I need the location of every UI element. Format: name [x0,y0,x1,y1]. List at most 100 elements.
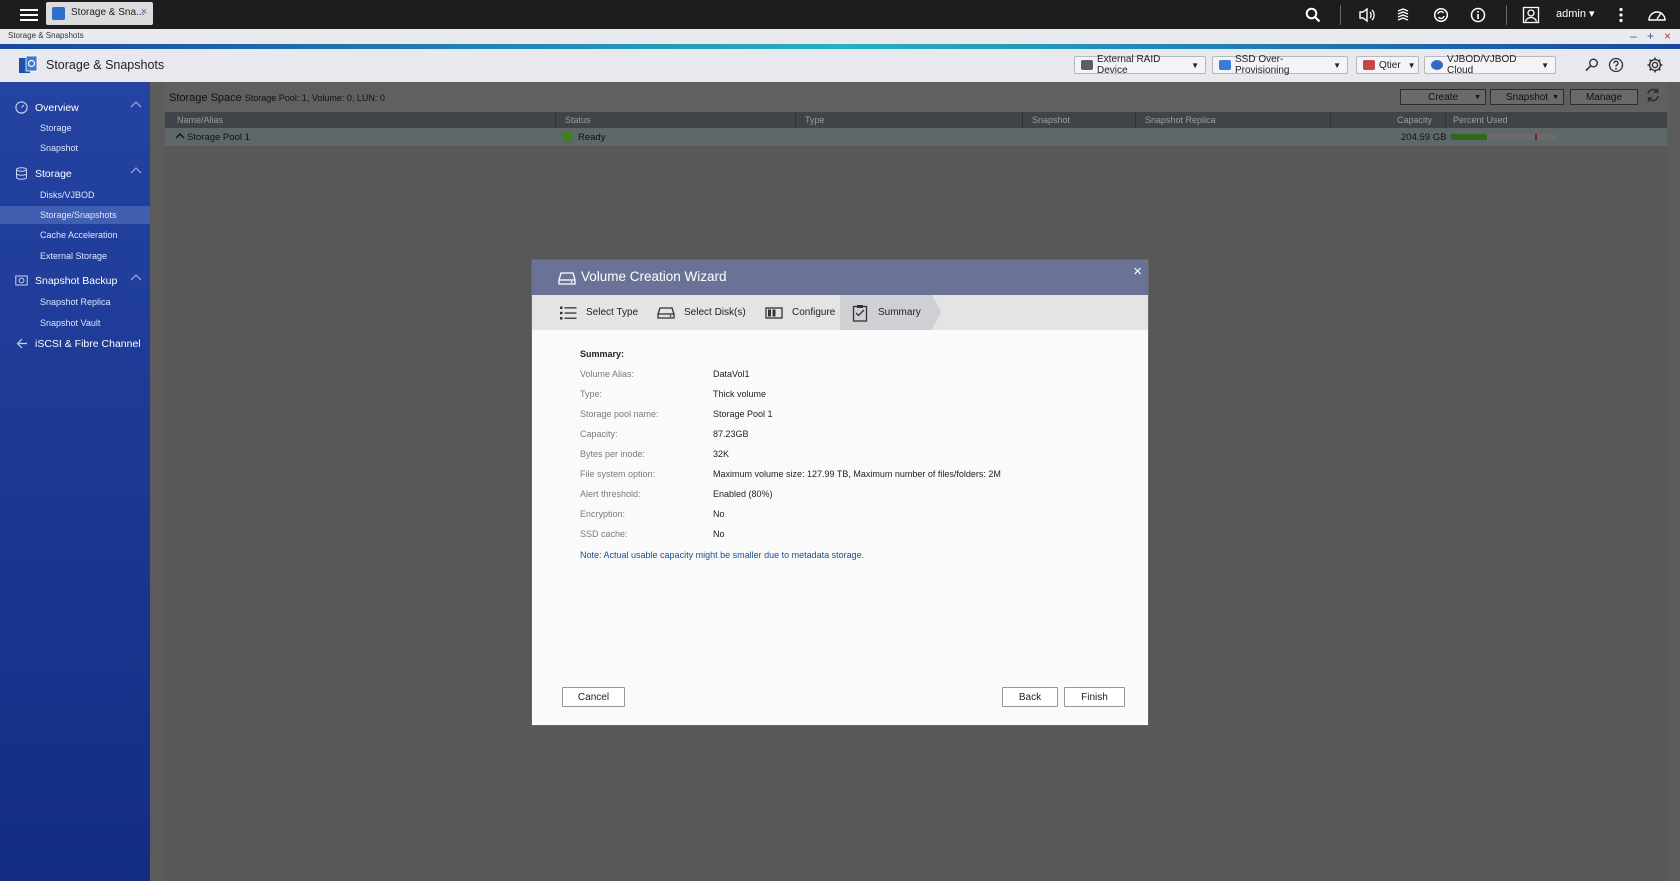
user-menu[interactable]: admin ▾ [1556,7,1595,20]
create-button[interactable]: Create ▼ [1400,89,1486,105]
sidebar-item-cache-acceleration[interactable]: Cache Acceleration [0,226,150,244]
help-icon[interactable] [1606,55,1626,75]
summary-key: Volume Alias: [580,369,635,379]
sidebar-item-storage-overview[interactable]: Storage [0,119,150,137]
chevron-up-icon[interactable] [130,273,142,286]
wizard-body: Summary: Volume Alias: DataVol1 Type: Th… [532,330,1148,670]
back-button[interactable]: Back [1002,687,1058,707]
top-bar: Storage & Sna... × admin ▾ [0,0,1680,29]
tasks-icon[interactable] [1392,4,1414,26]
disk-health-search-icon[interactable] [1582,55,1602,75]
chevron-up-icon[interactable] [130,166,142,179]
settings-gear-icon[interactable] [1645,55,1665,75]
external-raid-device-button[interactable]: External RAID Device ▼ [1074,54,1206,76]
summary-key: SSD cache: [580,529,628,539]
tab-close-icon[interactable]: × [141,6,147,18]
chevron-down-icon: ▼ [1333,60,1341,70]
wizard-title: Volume Creation Wizard [581,269,727,284]
maximize-button[interactable]: + [1647,29,1654,43]
main-menu-icon[interactable] [20,6,38,22]
overview-gauge-icon [15,101,28,114]
volume-icon[interactable] [1356,4,1378,26]
percent-used-fill [1451,134,1488,140]
summary-value: No [713,509,725,519]
dashboard-icon[interactable] [1646,4,1668,26]
summary-key: Type: [580,389,603,399]
info-icon[interactable] [1467,4,1489,26]
chevron-down-icon: ▼ [1191,60,1199,70]
minimize-button[interactable]: – [1630,29,1637,43]
step-select-type: Select Type [558,295,638,330]
summary-key: Storage pool name: [580,409,659,419]
refresh-icon[interactable] [1645,87,1661,103]
summary-value: DataVol1 [713,369,750,379]
step-label: Summary [878,307,921,318]
app-title: Storage & Snapshots [46,58,165,72]
column-divider [1445,112,1446,128]
column-header-snapshot[interactable]: Snapshot [1032,115,1070,125]
column-header-capacity[interactable]: Capacity [1397,115,1432,125]
app-tab-storage-snapshots[interactable]: Storage & Sna... × [46,2,153,25]
step-summary: Summary [840,295,932,330]
step-label: Select Type [586,307,639,318]
column-header-snapshot-replica[interactable]: Snapshot Replica [1145,115,1216,125]
app-header: Storage & Snapshots External RAID Device… [0,49,1680,82]
step-configure: Configure [764,295,835,330]
column-divider [1022,112,1023,128]
sidebar-item-disks-vjbod[interactable]: Disks/VJBOD [0,186,150,204]
chevron-up-icon[interactable] [130,100,142,113]
sidebar-item-storage-snapshots[interactable]: Storage/Snapshots [0,206,150,224]
summary-value: No [713,529,725,539]
column-header-name[interactable]: Name/Alias [177,115,223,125]
summary-value: Maximum volume size: 127.99 TB, Maximum … [713,469,1001,479]
sidebar-group-label: Storage [35,168,72,180]
close-icon[interactable]: × [1133,263,1142,280]
table-row-storage-pool[interactable]: Storage Pool 1 Ready 204.59 GB [165,128,1667,146]
pool-capacity: 204.59 GB [1401,132,1447,143]
sidebar-group-snapshot-backup[interactable]: Snapshot Backup [0,271,150,291]
app-tab-label: Storage & Sna... [71,7,145,18]
vjbod-cloud-button[interactable]: VJBOD/VJBOD Cloud ▼ [1424,54,1556,76]
summary-row-type: Type: Thick volume [580,389,1140,403]
finish-button[interactable]: Finish [1064,687,1125,707]
summary-row-bytes-per-inode: Bytes per inode: 32K [580,449,1140,463]
cancel-button[interactable]: Cancel [562,687,625,707]
sidebar-group-iscsi-fibre-channel[interactable]: iSCSI & Fibre Channel [0,334,150,354]
snapshot-button[interactable]: Snapshot ▼ [1490,89,1564,105]
sidebar-group-overview[interactable]: Overview [0,98,150,118]
chevron-up-icon[interactable] [175,131,185,141]
chevron-down-icon: ▼ [1552,93,1559,101]
summary-value: Thick volume [713,389,767,399]
summary-row-storage-pool: Storage pool name: Storage Pool 1 [580,409,1140,423]
sync-icon[interactable] [1430,4,1452,26]
column-divider [555,112,556,128]
summary-row-file-system-option: File system option: Maximum volume size:… [580,469,1140,483]
summary-heading: Summary: [580,349,625,359]
disk-drive-icon [558,269,576,287]
search-icon[interactable] [1302,4,1324,26]
column-divider [795,112,796,128]
manage-button[interactable]: Manage [1570,89,1638,105]
sidebar-item-snapshot-replica[interactable]: Snapshot Replica [0,293,150,311]
configure-icon [764,303,784,323]
ssd-over-provisioning-button[interactable]: SSD Over-Provisioning ▼ [1212,54,1348,76]
sidebar-item-snapshot-overview[interactable]: Snapshot [0,139,150,157]
snapshot-backup-icon [15,274,28,287]
user-avatar-icon[interactable] [1520,4,1542,26]
qtier-button[interactable]: Qtier ▼ [1356,56,1419,74]
summary-row-alert-threshold: Alert threshold: Enabled (80%) [580,489,1140,503]
sidebar-item-external-storage[interactable]: External Storage [0,247,150,265]
more-options-icon[interactable] [1610,4,1632,26]
column-header-type[interactable]: Type [805,115,825,125]
column-header-status[interactable]: Status [565,115,591,125]
column-header-percent-used[interactable]: Percent Used [1453,115,1508,125]
window-close-button[interactable]: × [1664,29,1671,43]
summary-row-ssd-cache: SSD cache: No [580,529,1140,543]
alert-threshold-marker [1534,134,1537,140]
summary-value: 32K [713,449,730,459]
sidebar-group-storage[interactable]: Storage [0,164,150,184]
step-select-disks: Select Disk(s) [656,295,746,330]
sidebar-item-snapshot-vault[interactable]: Snapshot Vault [0,314,150,332]
column-divider [1135,112,1136,128]
topbar-divider [1340,5,1341,25]
